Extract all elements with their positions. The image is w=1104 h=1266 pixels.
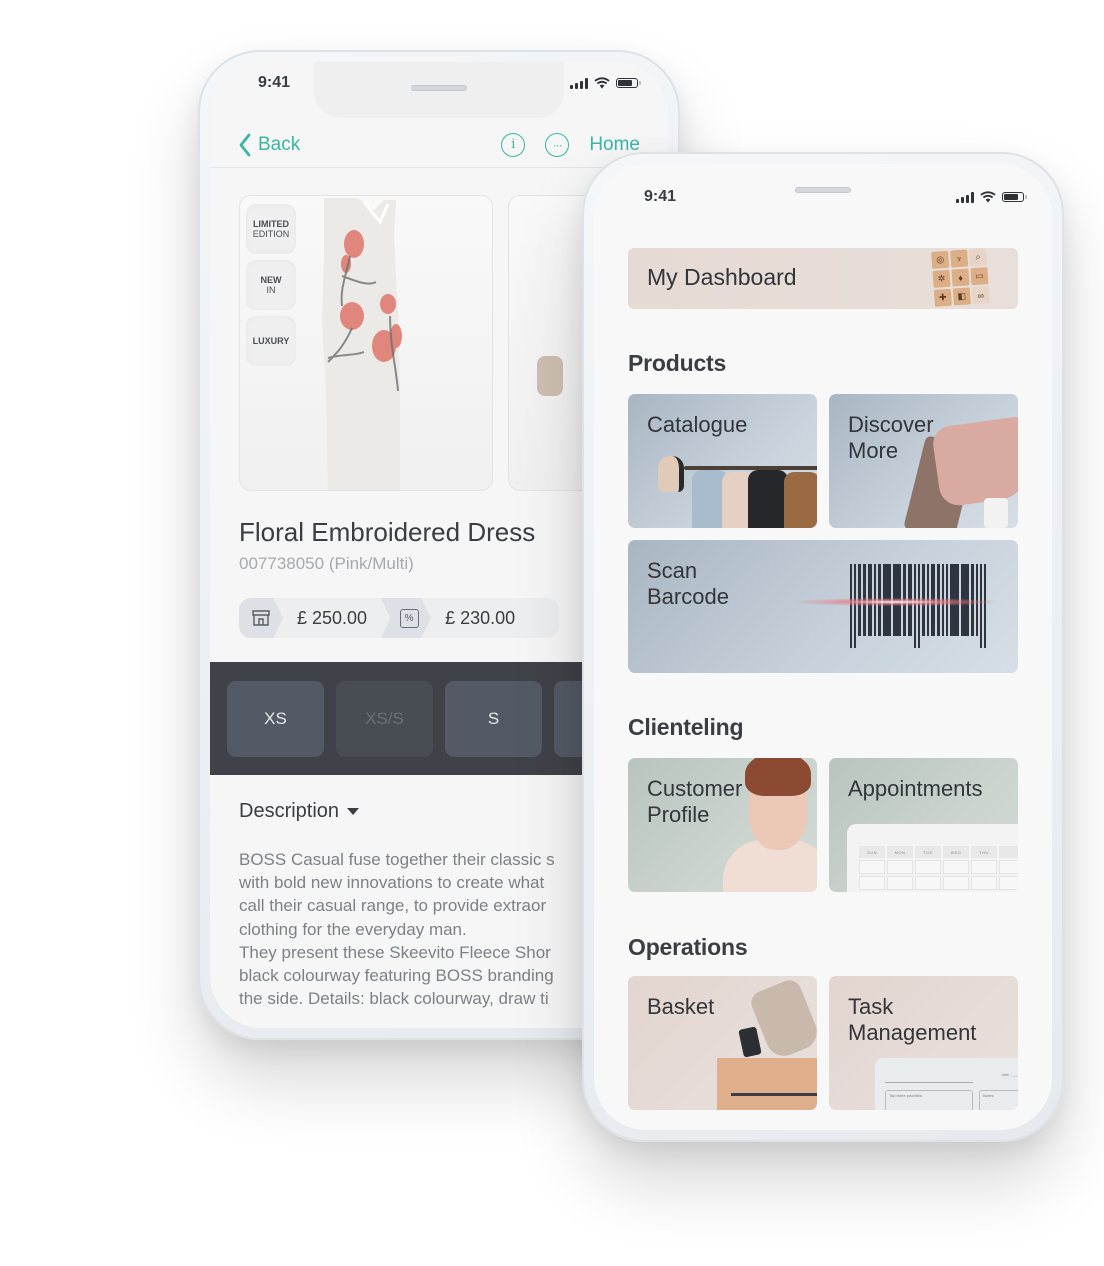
chevron-left-icon	[239, 133, 251, 156]
back-label: Back	[258, 133, 301, 155]
magazine-image	[984, 498, 1008, 528]
tile-customer-profile[interactable]: Customer Profile	[628, 758, 817, 892]
planner-image: date : ___/___ Top three priorities Note…	[875, 1058, 1018, 1110]
description-toggle[interactable]: Description	[239, 800, 360, 823]
battery-icon	[1002, 192, 1027, 202]
shopping-bag-image	[717, 1058, 817, 1110]
tile-label: Customer Profile	[647, 776, 743, 827]
info-icon[interactable]: i	[501, 132, 526, 157]
store-icon	[239, 598, 283, 638]
tile-scan-barcode[interactable]: Scan Barcode	[628, 540, 1018, 673]
price-bar: £ 250.00 % £ 230.00	[239, 598, 559, 638]
tile-label: Appointments	[848, 776, 983, 801]
badge-luxury: LUXURY	[246, 316, 296, 366]
wifi-icon	[594, 77, 610, 89]
notch	[698, 164, 948, 220]
black-jacket-image	[748, 470, 788, 528]
percent-icon: %	[381, 598, 432, 638]
tile-discover-more[interactable]: Discover More	[829, 394, 1018, 528]
badge-list: LIMITED EDITION NEW IN LUXURY	[246, 204, 296, 366]
wifi-icon	[980, 191, 996, 203]
more-icon[interactable]: ···	[545, 132, 570, 157]
description-heading: Description	[239, 800, 340, 822]
brown-jacket-image	[784, 472, 817, 528]
dashboard-label: My Dashboard	[647, 264, 797, 290]
sale-price: % £ 230.00	[381, 598, 529, 638]
signal-icon	[570, 77, 588, 89]
tile-label: Scan Barcode	[647, 558, 729, 609]
clutch-image	[537, 356, 563, 396]
notch	[314, 62, 564, 118]
navigation-bar: Back i ··· Home	[210, 122, 668, 168]
battery-icon	[616, 78, 641, 88]
tile-catalogue[interactable]: Catalogue	[628, 394, 817, 528]
status-icons	[570, 77, 641, 89]
sale-price-value: £ 230.00	[445, 607, 516, 628]
tile-label: Task Management	[848, 994, 977, 1045]
my-dashboard-card[interactable]: My Dashboard ◎ ♆ ⌕ ✲ ♦ ▭ ✚ ◧ ∞	[628, 248, 1018, 309]
tile-label: Catalogue	[647, 412, 748, 437]
tile-appointments[interactable]: Appointments SUN MON TUE WED THU	[829, 758, 1018, 892]
tile-basket[interactable]: Basket	[628, 976, 817, 1110]
wooden-blocks-image: ◎ ♆ ⌕ ✲ ♦ ▭ ✚ ◧ ∞	[931, 248, 990, 307]
product-title: Floral Embroidered Dress	[239, 517, 536, 547]
speaker	[411, 85, 467, 91]
product-image-card[interactable]: LIMITED EDITION NEW IN LUXURY	[239, 195, 493, 491]
back-button[interactable]: Back	[238, 133, 300, 157]
bag-stripe	[731, 1093, 817, 1096]
hat-image	[658, 456, 684, 492]
status-icons	[956, 191, 1027, 203]
signal-icon	[956, 191, 974, 203]
caret-down-icon	[347, 808, 360, 815]
dashboard-phone: 9:41 My Dashboard ◎ ♆ ⌕ ✲ ♦ ▭ ✚ ◧ ∞ Products C…	[582, 152, 1064, 1142]
tile-label: Discover More	[848, 412, 934, 463]
calendar-image: SUN MON TUE WED THU	[847, 824, 1018, 892]
dashboard-screen: 9:41 My Dashboard ◎ ♆ ⌕ ✲ ♦ ▭ ✚ ◧ ∞ Products C…	[594, 164, 1052, 1130]
price-value: £ 250.00	[297, 607, 368, 628]
section-title-operations: Operations	[628, 934, 748, 960]
size-option-xs-s[interactable]: XS/S	[336, 680, 433, 757]
dress-image	[322, 198, 402, 490]
regular-price: £ 250.00	[239, 598, 381, 638]
tile-task-management[interactable]: Task Management date : ___/___ Top three…	[829, 976, 1018, 1110]
badge-limited-edition: LIMITED EDITION	[246, 204, 296, 254]
badge-new-in: NEW IN	[246, 260, 296, 310]
barcode-icon	[850, 564, 986, 648]
section-title-products: Products	[628, 350, 727, 376]
section-title-clienteling: Clienteling	[628, 714, 744, 740]
product-sku: 007738050 (Pink/Multi)	[239, 554, 414, 573]
speaker	[795, 187, 851, 193]
status-time: 9:41	[644, 188, 677, 205]
nav-actions: i ··· Home	[501, 132, 640, 157]
tile-label: Basket	[647, 994, 715, 1019]
size-option-s[interactable]: S	[445, 680, 542, 757]
status-time: 9:41	[258, 74, 291, 91]
phone-object-image	[738, 1026, 762, 1058]
scan-line	[796, 598, 996, 606]
size-option-xs[interactable]: XS	[227, 680, 324, 757]
